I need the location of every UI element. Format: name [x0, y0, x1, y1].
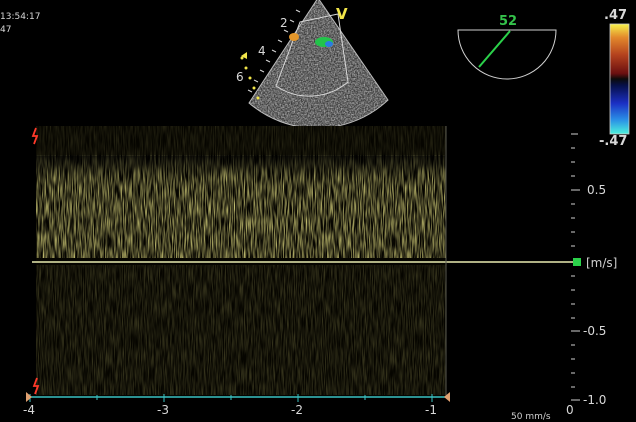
velocity-tick-0.5: 0.5 — [587, 183, 607, 197]
mode-indicator: V — [336, 5, 348, 23]
depth-label-2: 2 — [280, 16, 288, 30]
ultrasound-display — [26, 0, 630, 402]
doppler-spectrum — [36, 126, 446, 396]
time-tick-neg1: -1 — [425, 403, 437, 417]
velocity-scale — [571, 133, 580, 401]
angle-gauge — [457, 29, 557, 80]
velocity-tick-neg-1.0: -1.0 — [583, 393, 607, 407]
velocity-tick-neg-0.5: -0.5 — [583, 324, 607, 338]
time-tick-neg4: -4 — [23, 403, 35, 417]
angle-value: 52 — [499, 14, 518, 29]
color-scale-bar — [609, 23, 630, 135]
color-scale-max: .47 — [604, 8, 628, 23]
time-tick-neg2: -2 — [291, 403, 303, 417]
flow-blob-orange — [289, 33, 299, 41]
sweep-speed: 50 mm/s — [511, 412, 551, 422]
time-tick-neg3: -3 — [157, 403, 169, 417]
depth-label-6: 6 — [236, 70, 244, 84]
color-scale-min: -.47 — [599, 134, 628, 149]
time-tick-0: 0 — [566, 403, 574, 417]
sector-image — [240, 0, 389, 129]
velocity-unit: [m/s] — [586, 256, 618, 270]
depth-label-4: 4 — [258, 44, 266, 58]
baseline-handle[interactable] — [573, 258, 581, 266]
